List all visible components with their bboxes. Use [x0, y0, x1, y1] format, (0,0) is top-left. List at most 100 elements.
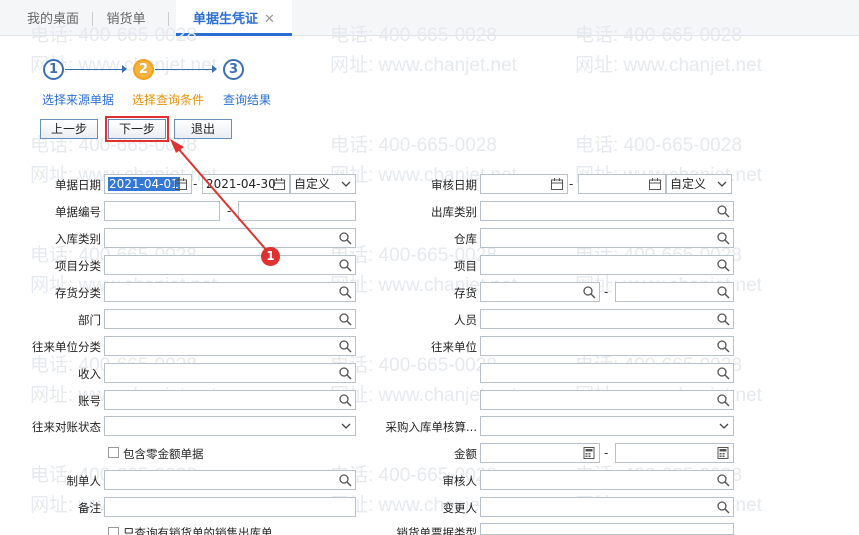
warehouse-input[interactable] [480, 228, 734, 248]
project-category-input[interactable] [104, 255, 356, 275]
search-icon[interactable] [716, 500, 730, 514]
department-label: 部门 [78, 313, 101, 327]
tab-generate-voucher[interactable]: 单据生凭证 ✕ [176, 0, 292, 36]
reconcile-status-label: 往来对账状态 [32, 420, 101, 434]
prev-step-button[interactable]: 上一步 [40, 119, 98, 139]
right-lookup-input-2[interactable] [480, 390, 734, 410]
chevron-down-icon[interactable] [719, 421, 729, 431]
warehouse-label: 仓库 [454, 232, 477, 246]
tab-desktop[interactable]: 我的桌面 [18, 0, 88, 36]
step-2-circle: 2 [133, 59, 154, 80]
tab-separator [168, 12, 169, 26]
doc-date-range-select[interactable]: 自定义 [290, 174, 356, 194]
search-icon[interactable] [582, 285, 596, 299]
step-2-label: 选择查询条件 [132, 93, 205, 107]
amount-label: 金额 [454, 447, 477, 461]
search-icon[interactable] [716, 473, 730, 487]
range-separator: - [227, 204, 232, 218]
search-icon[interactable] [716, 258, 730, 272]
audit-date-to-field[interactable] [578, 174, 666, 194]
auditor-input[interactable] [480, 470, 734, 490]
amount-to-input[interactable] [615, 443, 734, 463]
right-lookup-input-1[interactable] [480, 363, 734, 383]
search-icon[interactable] [338, 312, 352, 326]
watermark-phone: 电话: 400-665-0028 [575, 135, 742, 156]
amount-from-input[interactable] [480, 443, 600, 463]
calendar-icon[interactable] [174, 177, 188, 191]
project-input[interactable] [480, 255, 734, 275]
calculator-icon[interactable] [582, 446, 596, 460]
audit-date-range-select[interactable]: 自定义 [666, 174, 732, 194]
audit-date-label: 审核日期 [431, 178, 477, 192]
doc-no-from-input[interactable] [104, 201, 220, 221]
audit-date-range-value: 自定义 [670, 177, 707, 191]
search-icon[interactable] [716, 285, 730, 299]
maker-input[interactable] [104, 470, 356, 490]
search-icon[interactable] [716, 339, 730, 353]
partner-category-input[interactable] [104, 336, 356, 356]
search-icon[interactable] [338, 473, 352, 487]
income-input[interactable] [104, 363, 356, 383]
calendar-icon[interactable] [550, 177, 564, 191]
partner-label: 往来单位 [431, 340, 477, 354]
step-1-circle: 1 [43, 59, 64, 80]
exit-button[interactable]: 退出 [174, 119, 232, 139]
inbound-type-label: 入库类别 [55, 232, 101, 246]
annotation-badge: 1 [261, 247, 280, 266]
account-no-input[interactable] [104, 390, 356, 410]
inventory-category-label: 存货分类 [55, 286, 101, 300]
modifier-input[interactable] [480, 497, 734, 517]
department-input[interactable] [104, 309, 356, 329]
calculator-icon[interactable] [716, 446, 730, 460]
doc-date-to-field[interactable]: 2021-04-30 [202, 174, 290, 194]
search-icon[interactable] [716, 231, 730, 245]
remark-label: 备注 [78, 501, 101, 515]
search-icon[interactable] [716, 204, 730, 218]
purchase-inbound-select[interactable] [480, 416, 734, 436]
calendar-icon[interactable] [648, 177, 662, 191]
doc-date-from-value: 2021-04-01 [108, 177, 180, 191]
tab-generate-voucher-label: 单据生凭证 [193, 12, 259, 27]
doc-no-label: 单据编号 [55, 205, 101, 219]
partner-category-label: 往来单位分类 [32, 340, 101, 354]
remark-input[interactable] [104, 497, 356, 517]
only-sales-outbound-checkbox[interactable] [108, 527, 119, 535]
search-icon[interactable] [338, 339, 352, 353]
close-icon[interactable]: ✕ [264, 0, 275, 40]
staff-input[interactable] [480, 309, 734, 329]
range-separator: - [604, 446, 609, 460]
doc-date-from-field[interactable]: 2021-04-01 [104, 174, 192, 194]
partner-input[interactable] [480, 336, 734, 356]
search-icon[interactable] [338, 258, 352, 272]
inventory-to-input[interactable] [615, 282, 734, 302]
search-icon[interactable] [338, 366, 352, 380]
audit-date-from-field[interactable] [480, 174, 568, 194]
doc-date-label: 单据日期 [55, 178, 101, 192]
step-1-label[interactable]: 选择来源单据 [42, 91, 114, 108]
calendar-icon[interactable] [272, 177, 286, 191]
auditor-label: 审核人 [442, 474, 478, 488]
next-step-button[interactable]: 下一步 [105, 116, 169, 142]
tab-sales-order[interactable]: 销货单 [96, 0, 156, 36]
search-icon[interactable] [338, 231, 352, 245]
search-icon[interactable] [338, 285, 352, 299]
search-icon[interactable] [338, 393, 352, 407]
reconcile-status-select[interactable] [104, 416, 356, 436]
project-category-label: 项目分类 [55, 259, 101, 273]
inventory-from-input[interactable] [480, 282, 600, 302]
watermark-site: 网址: www.chanjet.net [575, 55, 762, 76]
step-3-label[interactable]: 查询结果 [223, 91, 271, 108]
inventory-category-input[interactable] [104, 282, 356, 302]
chevron-down-icon[interactable] [341, 179, 351, 189]
sales-ticket-type-select[interactable] [480, 523, 734, 535]
tab-bar: 我的桌面 销货单 单据生凭证 ✕ [0, 0, 859, 36]
include-zero-checkbox[interactable] [108, 447, 119, 458]
search-icon[interactable] [716, 393, 730, 407]
doc-no-to-input[interactable] [238, 201, 356, 221]
outbound-type-input[interactable] [480, 201, 734, 221]
search-icon[interactable] [716, 366, 730, 380]
search-icon[interactable] [716, 312, 730, 326]
inbound-type-input[interactable] [104, 228, 356, 248]
chevron-down-icon[interactable] [341, 421, 351, 431]
chevron-down-icon[interactable] [717, 179, 727, 189]
